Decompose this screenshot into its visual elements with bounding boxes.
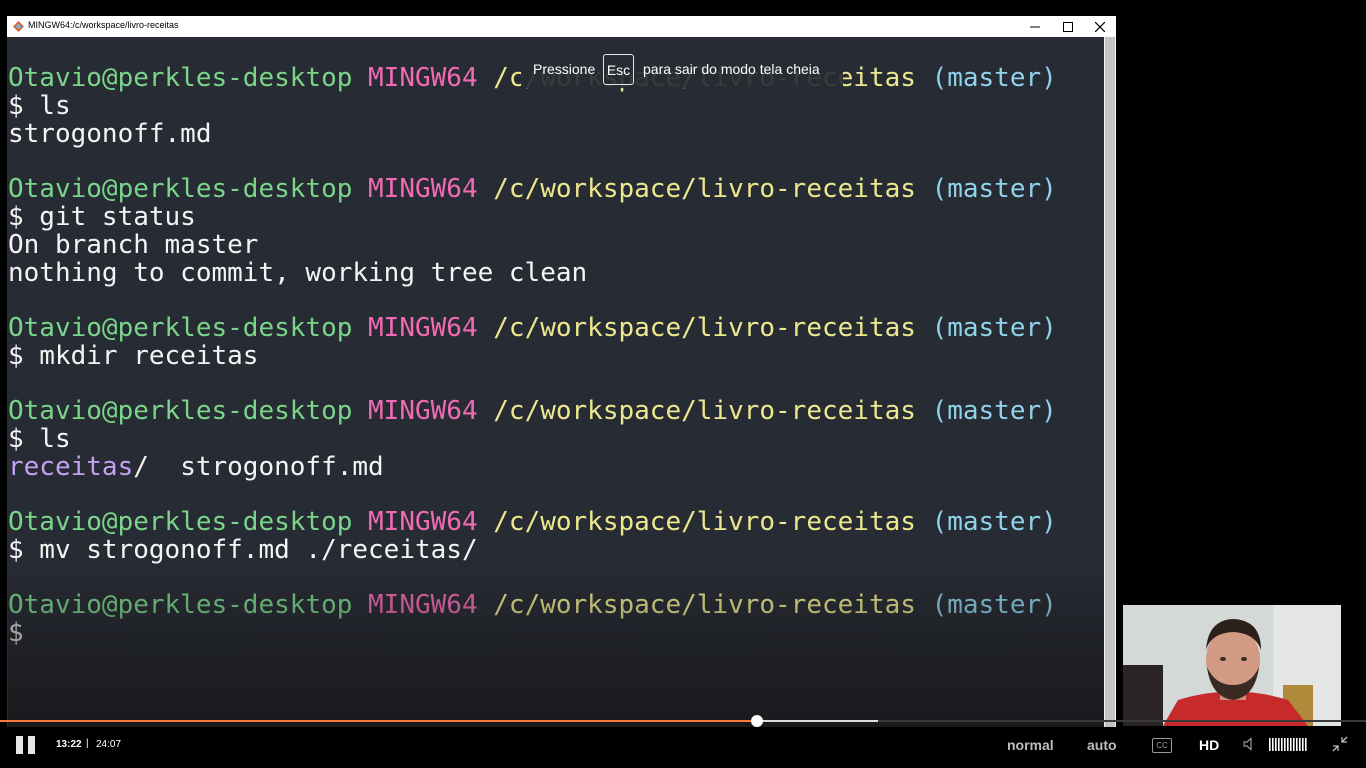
- output-line: strogonoff.md: [8, 119, 212, 149]
- total-time: 24:07: [96, 739, 122, 750]
- volume-slider[interactable]: [1269, 738, 1309, 751]
- esc-key-badge: Esc: [603, 54, 634, 85]
- mute-button[interactable]: [1243, 737, 1257, 756]
- prompt-line: Otavio@perkles-desktop MINGW64 /c/worksp…: [8, 313, 1057, 343]
- output-line: nothing to commit, working tree clean: [8, 258, 588, 288]
- volume-level-bar: [1290, 738, 1292, 751]
- volume-level-bar: [1302, 738, 1304, 751]
- captions-button[interactable]: CC: [1152, 738, 1172, 753]
- prompt-line: Otavio@perkles-desktop MINGW64 /c/worksp…: [8, 590, 1057, 620]
- volume-level-bar: [1305, 738, 1307, 751]
- volume-level-bar: [1269, 738, 1271, 751]
- close-button[interactable]: [1083, 16, 1116, 37]
- progress-scrubber[interactable]: [751, 715, 764, 727]
- close-icon: [1094, 21, 1105, 32]
- command-prompt-cursor[interactable]: $: [8, 618, 24, 648]
- volume-level-bar: [1284, 738, 1286, 751]
- volume-level-bar: [1293, 738, 1295, 751]
- notice-text-after: para sair do modo tela cheia: [643, 61, 820, 77]
- volume-level-bar: [1299, 738, 1301, 751]
- maximize-button[interactable]: [1051, 16, 1084, 37]
- volume-level-bar: [1287, 738, 1289, 751]
- video-overlay-gradient: [8, 557, 1104, 732]
- command-line: $ git status: [8, 202, 196, 232]
- terminal-scrollbar[interactable]: [1104, 37, 1116, 732]
- command-line: $ ls: [8, 91, 71, 121]
- playback-speed-button[interactable]: normal: [1007, 737, 1054, 753]
- pause-button[interactable]: [16, 736, 36, 754]
- output-line: receitas/ strogonoff.md: [8, 452, 384, 482]
- played-range: [0, 720, 758, 722]
- current-time: 13:22: [56, 739, 82, 750]
- terminal-window[interactable]: MINGW64:/c/workspace/livro-receitas Otav…: [7, 16, 1116, 732]
- command-line: $ mv strogonoff.md ./receitas/: [8, 535, 478, 565]
- scrollbar-thumb[interactable]: [1105, 37, 1115, 732]
- volume-icon: [1243, 737, 1252, 751]
- volume-level-bar: [1278, 738, 1280, 751]
- exit-fullscreen-button[interactable]: [1332, 736, 1348, 757]
- window-title: MINGW64:/c/workspace/livro-receitas: [28, 20, 179, 30]
- webcam-overlay: [1123, 605, 1341, 726]
- prompt-line: Otavio@perkles-desktop MINGW64 /c/worksp…: [8, 507, 1057, 537]
- quality-button[interactable]: auto: [1087, 737, 1117, 753]
- title-bar[interactable]: MINGW64:/c/workspace/livro-receitas: [7, 16, 1116, 37]
- time-separator: |: [86, 738, 89, 749]
- maximize-icon: [1062, 21, 1073, 32]
- volume-level-bar: [1296, 738, 1298, 751]
- command-line: $ ls: [8, 424, 71, 454]
- terminal-app-icon: [13, 21, 24, 32]
- notice-text-before: Pressione: [533, 61, 596, 77]
- exit-fullscreen-icon: [1332, 736, 1348, 752]
- player-controls: 13:22 | 24:07 normal auto CC HD: [0, 727, 1366, 768]
- hd-button[interactable]: HD: [1199, 737, 1219, 753]
- volume-level-bar: [1281, 738, 1283, 751]
- volume-level-bar: [1275, 738, 1277, 751]
- command-line: $ mkdir receitas: [8, 341, 259, 371]
- volume-level-bar: [1272, 738, 1274, 751]
- minimize-button[interactable]: [1018, 16, 1051, 37]
- presenter-video-image: [1123, 605, 1341, 726]
- prompt-line: Otavio@perkles-desktop MINGW64 /c/worksp…: [8, 174, 1057, 204]
- video-progress-bar[interactable]: [0, 720, 1366, 722]
- terminal-output[interactable]: Otavio@perkles-desktop MINGW64 /c/worksp…: [8, 37, 1104, 732]
- output-line: On branch master: [8, 230, 259, 260]
- captions-icon: CC: [1156, 741, 1168, 750]
- minimize-icon: [1029, 26, 1040, 27]
- prompt-line: Otavio@perkles-desktop MINGW64 /c/worksp…: [8, 396, 1057, 426]
- fullscreen-notice: Pressione Esc para sair do modo tela che…: [521, 52, 843, 88]
